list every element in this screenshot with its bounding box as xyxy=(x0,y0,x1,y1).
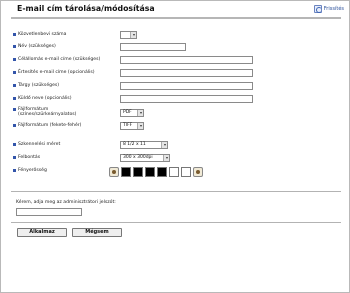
subject-input[interactable] xyxy=(120,82,253,90)
page-title: E-mail cím tárolása/módosítása xyxy=(17,4,155,13)
file-format-color-label: Fájlformátum (színes/szürkeárnyalatos) xyxy=(13,107,76,117)
notify-email-input[interactable] xyxy=(120,69,253,77)
density-level-1[interactable] xyxy=(121,167,131,177)
density-label: Fényerősség xyxy=(13,168,47,173)
scan-size-select[interactable]: 8 1/2 x 11 xyxy=(120,141,168,149)
bullet-icon xyxy=(13,71,16,74)
subject-label: Tárgy (szükséges) xyxy=(13,83,59,88)
dest-email-label: Célállomás e-mail címe (szükséges) xyxy=(13,57,100,62)
file-format-bw-select[interactable]: TIFF xyxy=(120,122,144,130)
refresh-icon[interactable] xyxy=(313,5,322,13)
chevron-down-icon[interactable] xyxy=(137,110,143,116)
notify-email-label: Értesítés e-mail címe (opcionális) xyxy=(13,70,95,75)
row-resolution: Felbontás 300 x 300dpi xyxy=(13,154,343,164)
row-file-format-bw: Fájlformátum (fekete-fehér) TIFF xyxy=(13,122,343,132)
density-selector xyxy=(109,167,203,177)
sender-name-label: Küldő neve (opcionális) xyxy=(13,96,72,101)
refresh-label[interactable]: Frissítés xyxy=(324,6,344,12)
bullet-icon xyxy=(13,124,16,127)
admin-password-input[interactable] xyxy=(16,208,82,216)
file-format-bw-label: Fájlformátum (fekete-fehér) xyxy=(13,123,81,128)
resolution-select[interactable]: 300 x 300dpi xyxy=(120,154,170,162)
row-destination-number: Közvetlenbevi száma xyxy=(13,31,343,41)
scan-size-label: Szkennelési méret xyxy=(13,142,60,147)
chevron-down-icon[interactable] xyxy=(130,32,136,38)
apply-button[interactable]: Alkalmaz xyxy=(17,228,67,237)
chevron-down-icon[interactable] xyxy=(161,142,167,148)
bullet-icon xyxy=(13,58,16,61)
bullet-icon xyxy=(13,169,16,172)
row-file-format-color: Fájlformátum (színes/szürkeárnyalatos) P… xyxy=(13,106,343,120)
row-scan-size: Szkennelési méret 8 1/2 x 11 xyxy=(13,141,343,151)
row-sender-name: Küldő neve (opcionális) xyxy=(13,95,343,105)
destination-number-label: Közvetlenbevi száma xyxy=(13,32,66,37)
bullet-icon xyxy=(13,84,16,87)
density-level-4[interactable] xyxy=(157,167,167,177)
cancel-button[interactable]: Mégsem xyxy=(72,228,122,237)
density-level-2[interactable] xyxy=(133,167,143,177)
section-divider xyxy=(11,191,341,192)
refresh-link[interactable]: Frissítés xyxy=(313,5,344,13)
resolution-label: Felbontás xyxy=(13,155,40,160)
density-level-5[interactable] xyxy=(169,167,179,177)
row-notify-email: Értesítés e-mail címe (opcionális) xyxy=(13,69,343,79)
bullet-icon xyxy=(13,45,16,48)
page-header: E-mail cím tárolása/módosítása Frissítés xyxy=(1,1,349,17)
bullet-icon xyxy=(13,156,16,159)
admin-password-prompt: Kérem, adja meg az adminisztrátori jelsz… xyxy=(16,200,116,205)
name-input[interactable] xyxy=(120,43,186,51)
footer-divider xyxy=(11,222,341,223)
dest-email-input[interactable] xyxy=(120,56,253,64)
row-subject: Tárgy (szükséges) xyxy=(13,82,343,92)
row-name: Név (szükséges) xyxy=(13,43,343,53)
name-label: Név (szükséges) xyxy=(13,44,56,49)
density-lighter-icon[interactable] xyxy=(109,167,119,177)
bullet-icon xyxy=(13,143,16,146)
chevron-down-icon[interactable] xyxy=(163,155,169,161)
density-darker-icon[interactable] xyxy=(193,167,203,177)
density-level-6[interactable] xyxy=(181,167,191,177)
destination-number-select[interactable] xyxy=(120,31,137,39)
file-format-color-select[interactable]: PDF xyxy=(120,109,144,117)
bullet-icon xyxy=(13,97,16,100)
bullet-icon xyxy=(13,33,16,36)
sender-name-input[interactable] xyxy=(120,95,253,103)
chevron-down-icon[interactable] xyxy=(137,123,143,129)
title-divider xyxy=(11,17,341,19)
density-level-3[interactable] xyxy=(145,167,155,177)
bullet-icon xyxy=(13,108,16,111)
form-panel: E-mail cím tárolása/módosítása Frissítés… xyxy=(0,0,350,293)
row-dest-email: Célállomás e-mail címe (szükséges) xyxy=(13,56,343,66)
